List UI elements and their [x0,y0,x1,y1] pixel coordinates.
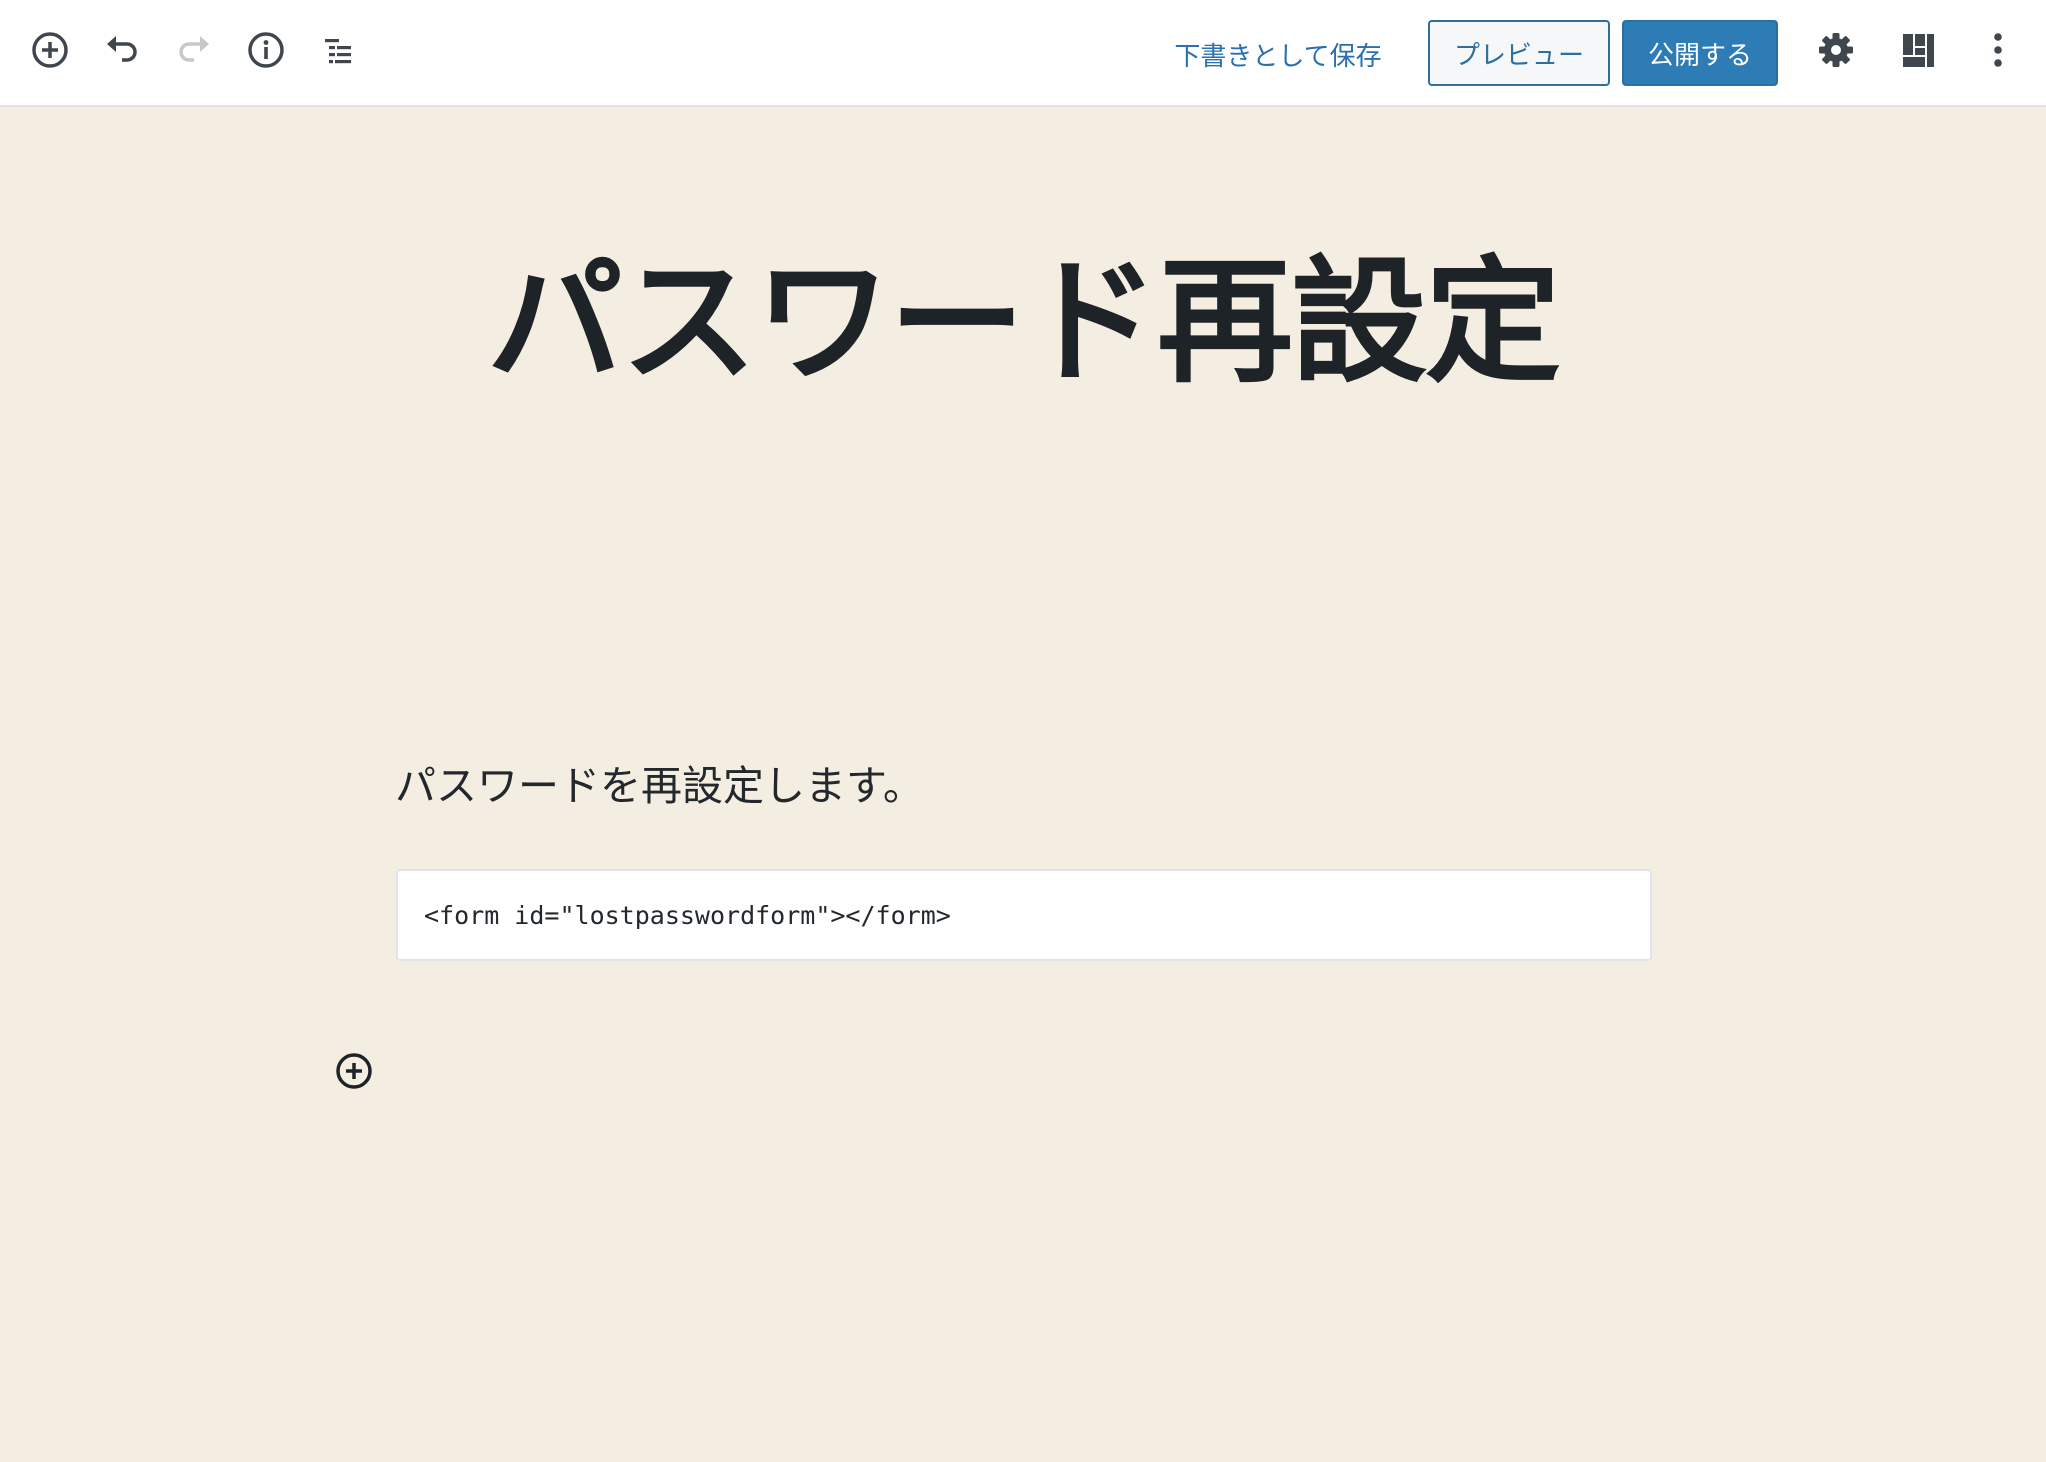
editor-toolbar: 下書きとして保存 プレビュー 公開する [0,0,2046,107]
layout-icon [1903,34,1934,67]
undo-icon [107,36,137,62]
redo-button[interactable] [168,24,220,76]
info-icon [248,32,284,68]
paragraph-block[interactable]: パスワードを再設定します。 [395,752,924,812]
block-inserter-button[interactable] [329,1046,379,1096]
content-info-button[interactable] [240,24,292,76]
save-draft-button[interactable]: 下書きとして保存 [1158,24,1398,84]
gear-icon [1819,33,1853,67]
settings-button[interactable] [1810,24,1862,76]
layout-toggle-button[interactable] [1892,24,1944,76]
plus-circle-icon [32,32,68,68]
post-title[interactable]: パスワード再設定 [0,242,2046,405]
vertical-ellipsis-icon [1994,33,2002,67]
publish-button[interactable]: 公開する [1622,20,1778,86]
plus-circle-icon [336,1053,372,1089]
add-block-button[interactable] [24,24,76,76]
block-navigation-button[interactable] [312,24,364,76]
code-content: <form id="lostpasswordform"></form> [424,900,951,930]
more-options-button[interactable] [1972,24,2024,76]
list-outline-icon [325,39,351,64]
redo-icon [179,36,209,62]
html-code-block[interactable]: <form id="lostpasswordform"></form> [396,869,1652,961]
undo-button[interactable] [96,24,148,76]
preview-button[interactable]: プレビュー [1428,20,1610,86]
